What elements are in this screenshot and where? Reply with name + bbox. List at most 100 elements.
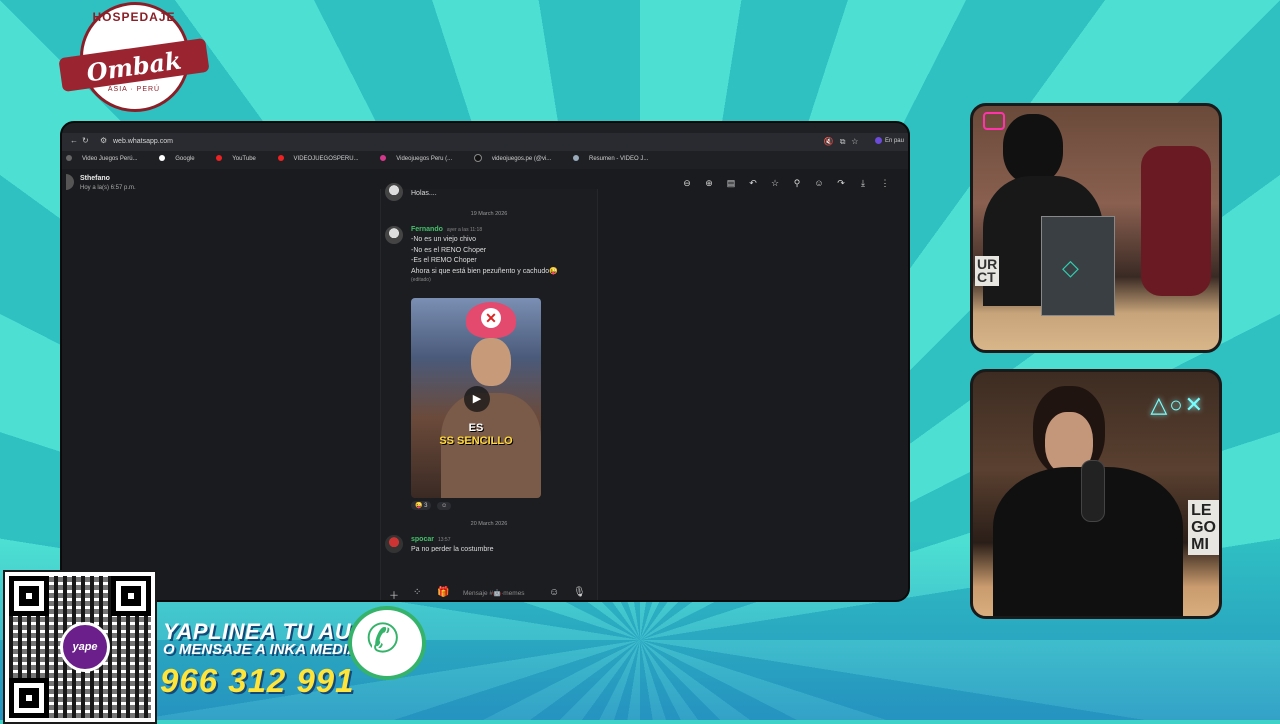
date-separator: 19 March 2026 [470, 211, 508, 217]
mute-icon[interactable]: 🔇 [824, 137, 840, 146]
gaming-chair [1141, 146, 1211, 296]
message-author[interactable]: spocar [411, 536, 434, 543]
download-icon[interactable]: ⤓ [852, 178, 874, 189]
ps-symbols-neon: △○✕ [1150, 392, 1205, 417]
contact-name[interactable]: Sthefano [80, 175, 110, 182]
emoji-icon[interactable]: ☺ [549, 587, 559, 598]
bookmark-item[interactable]: Google [159, 155, 204, 162]
promo-phone: 966 312 991 [160, 662, 355, 699]
contact-avatar[interactable] [66, 174, 74, 190]
star-icon[interactable]: ☆ [851, 137, 864, 146]
message-avatar[interactable] [385, 535, 403, 553]
add-reaction-icon[interactable]: ☺ [437, 502, 452, 510]
gallery-icon[interactable]: ▤ [720, 178, 742, 189]
address-bar[interactable] [62, 133, 908, 151]
star-message-icon[interactable]: ☆ [764, 178, 786, 189]
more-options-icon[interactable]: ⋮ [874, 178, 896, 189]
message-avatar[interactable] [385, 226, 403, 244]
bookmark-label: VIDEOJUEGOSPERU... [293, 155, 359, 162]
whatsapp-icon: ✆ [366, 617, 400, 661]
zoom-out-icon[interactable]: ⊖ [676, 178, 698, 189]
youtube-icon [216, 155, 223, 161]
tiktok-icon [473, 154, 482, 162]
bookmark-item[interactable]: VIDEOJUEGOSPERU... [277, 155, 369, 162]
webcam-top: ◇ UR CT [970, 103, 1222, 353]
yape-logo: yape [60, 622, 110, 672]
microphone-icon[interactable]: 🎙 [573, 587, 586, 598]
video-face [471, 338, 511, 386]
logo-box: ◇ [1041, 216, 1115, 316]
browser-window: ← ↻ ⚙ web.whatsapp.com 🔇⧉☆ En pau Video … [60, 121, 910, 602]
message-column: Holas.... 19 March 2026 Fernando ayer a l… [380, 183, 598, 600]
chat-app: Sthefano Hoy a la(s) 6:57 p.m. ⊖ ⊕ ▤ ↶ ☆ ⚲ ☺ ↷ ⤓… [62, 169, 908, 600]
message-line: -Es el REMO Choper [411, 257, 477, 264]
logo-sub-text: ASIA · PERÚ [107, 86, 161, 93]
message-header: Fernando ayer a las 11:18 [411, 225, 482, 236]
reply-icon[interactable]: ↶ [742, 178, 764, 189]
back-icon[interactable]: ← [70, 136, 78, 145]
instagram-icon [380, 155, 387, 161]
bookmark-icon [66, 155, 72, 161]
edited-label: (editado) [411, 277, 431, 283]
bookmark-label: Resumen - VIDEO J... [588, 155, 649, 162]
profile-avatar-icon [874, 137, 882, 144]
bookmark-label: Video Juegos Perú... [82, 155, 138, 162]
url-text[interactable]: web.whatsapp.com [113, 138, 173, 145]
message-input[interactable]: Mensaje #🤖·memes [463, 589, 525, 597]
bookmark-item[interactable]: Video Juegos Perú... [66, 155, 148, 162]
chat-toolbar: ⊖ ⊕ ▤ ↶ ☆ ⚲ ☺ ↷ ⤓ ⋮ [676, 178, 896, 189]
play-icon[interactable]: ▶ [464, 386, 490, 412]
box-logo-icon: ◇ [1062, 255, 1079, 280]
pause-label: En pau [884, 138, 904, 145]
forward-icon[interactable]: ↷ [830, 178, 852, 189]
screenshot-icon[interactable]: ⧉ [840, 137, 852, 146]
gift-icon[interactable]: 🎁 [437, 587, 449, 598]
youtube-icon [277, 155, 284, 161]
video-caption: ES SS SENCILLO [411, 422, 541, 448]
bookmark-label: Videojuegos Peru (... [396, 155, 453, 162]
bookmark-label: YouTube [232, 155, 256, 162]
video-caption-line2: SS SENCILLO [439, 435, 513, 447]
message-text: Pa no perder la costumbre [411, 546, 494, 552]
bookmark-item[interactable]: Resumen - VIDEO J... [572, 155, 658, 162]
bookmarks-bar: Video Juegos Perú... Google YouTube VIDE… [66, 154, 906, 166]
contact-status: Hoy a la(s) 6:57 p.m. [80, 185, 136, 191]
reaction-pill[interactable]: 😜 3 [411, 501, 432, 510]
message-time: 13:57 [437, 537, 451, 543]
site-info-icon[interactable]: ⚙ [100, 136, 107, 145]
pin-icon[interactable]: ⚲ [786, 178, 808, 189]
message-header: spocar 13:57 [411, 535, 450, 546]
promo-line2: O MENSAJE A INKA MEDIA [163, 641, 359, 658]
emoji-react-icon[interactable]: ☺ [808, 178, 830, 188]
message-composer[interactable]: ＋ ⁘ 🎁 Mensaje #🤖·memes ☺ 🎙 [381, 585, 597, 600]
message-avatar[interactable] [385, 183, 403, 201]
message-line: -No es un viejo chivo [411, 236, 476, 243]
webcam-bottom: △○✕ LE GO MI [970, 369, 1222, 619]
neon-sign [983, 112, 1005, 130]
resumen-icon [572, 155, 579, 161]
yape-qr-code: yape [3, 570, 157, 724]
message-line: Ahora si que está bien pezuñento y cachu… [411, 267, 558, 275]
bookmark-label: Google [175, 155, 195, 162]
sign-left: UR CT [975, 256, 1000, 286]
bookmark-label: videojuegos.pe (@vi... [491, 155, 552, 162]
message-line: -No es el RENO Choper [411, 246, 487, 254]
reactions-row: 😜 3 ☺ [411, 501, 455, 510]
zoom-in-icon[interactable]: ⊕ [698, 178, 720, 189]
video-attachment[interactable]: ✕ ▶ ES SS SENCILLO [411, 298, 541, 498]
video-hat-mark: ✕ [481, 308, 501, 328]
reload-icon[interactable]: ↻ [82, 136, 89, 145]
apps-icon[interactable]: ⁘ [413, 587, 421, 598]
bookmark-item[interactable]: YouTube [216, 155, 266, 162]
sign-right: LE GO MI [1188, 500, 1219, 555]
bookmark-item[interactable]: videojuegos.pe (@vi... [473, 154, 561, 162]
qr-finder [111, 576, 151, 616]
qr-finder [9, 678, 49, 718]
bookmark-item[interactable]: Videojuegos Peru (... [380, 155, 462, 162]
qr-finder [9, 576, 49, 616]
ombak-logo: HOSPEDAJE Ombak ASIA · PERÚ [58, 0, 210, 112]
profile-pause-badge[interactable]: En pau [874, 137, 904, 145]
browser-actions: 🔇⧉☆ [824, 137, 864, 147]
message-author[interactable]: Fernando [411, 226, 443, 233]
add-icon[interactable]: ＋ [389, 587, 399, 600]
